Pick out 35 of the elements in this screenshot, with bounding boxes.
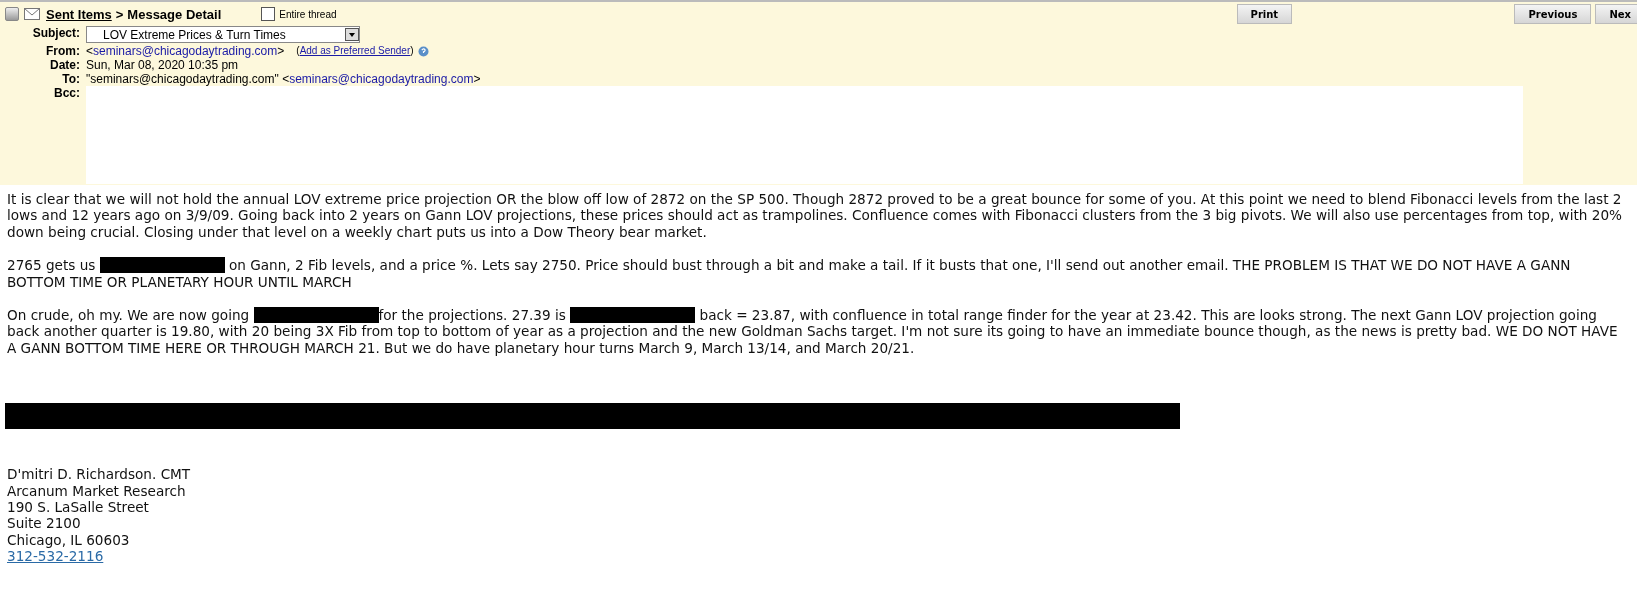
field-label: Bcc: <box>53 86 80 102</box>
message-paragraph: It is clear that we will not hold the annual LOV extreme price projection OR the blow off low of 2872 on the SP 500. Though 2872 proved to be a great bounce for some of you. At this point we need to blend Fibonacci levels from the last 2 lows and 12 years ago on 3/9/09. Going back into 2 years on Gann LOV projections, these prices should act as trampolines. Confluence comes with Fibonacci clusters from the 3 big pivots. We will also use percentages from top, with 20% down being crucial. Closing under that level on a weekly chart puts us into a Dow Theory bear market. <box>7 191 1623 241</box>
signature-line: Chicago, IL 60603 <box>7 531 130 549</box>
next-button[interactable]: Nex <box>1595 4 1637 24</box>
field-label: To: <box>61 72 80 86</box>
breadcrumb-separator: > <box>115 6 124 22</box>
bracket-text: < <box>282 72 290 86</box>
bracket-text: ) <box>410 45 414 56</box>
checkbox-label: Entire thread <box>279 8 337 20</box>
bracket-text: > <box>473 72 481 86</box>
page-title: Message Detail <box>127 6 222 22</box>
date-text: Sun, Mar 08, 2020 10:35 pm <box>86 58 239 72</box>
entire-thread-checkbox[interactable] <box>261 7 276 21</box>
recipient-name: "seminars@chicagodaytrading.com" <box>86 72 279 86</box>
email-link[interactable]: seminars@chicagodaytrading.com <box>93 44 278 58</box>
breadcrumb-link[interactable]: Sent Items <box>46 6 112 22</box>
signature-line: Suite 2100 <box>7 515 81 532</box>
field-label: Subject: <box>31 26 80 42</box>
collapse-icon[interactable] <box>5 7 19 21</box>
bracket-text: > <box>277 44 285 58</box>
field-label: Date: <box>49 58 80 72</box>
bracket-text: ( <box>296 45 300 56</box>
bracket-text: < <box>86 44 93 58</box>
signature-line: Arcanum Market Research <box>7 482 186 500</box>
phone-link[interactable]: 312-532-2116 <box>7 548 104 565</box>
envelope-icon <box>24 8 40 20</box>
email-link[interactable]: seminars@chicagodaytrading.com <box>289 72 474 86</box>
print-button[interactable]: Print <box>1236 4 1293 24</box>
help-icon[interactable] <box>417 45 429 57</box>
previous-button[interactable]: Previous <box>1514 4 1592 24</box>
signature-line: 190 S. LaSalle Street <box>7 499 149 516</box>
field-label: From: <box>45 44 80 58</box>
subject-dropdown[interactable]: LOV Extreme Prices & Turn Times <box>86 26 360 43</box>
message-paragraph: 2765 gets us on Gann, 2 Fib levels, and a price %. Lets say 2750. Price should bust through a bit and make a tail. If it busts that one, I'll send out another email. THE PROBLEM IS THAT WE DO NOT HAVE A GANN BOTTOM TIME OR PLANETARY HOUR UNTIL MARCH <box>7 257 1572 291</box>
signature-line: D'mitri D. Richardson. CMT <box>7 466 191 483</box>
